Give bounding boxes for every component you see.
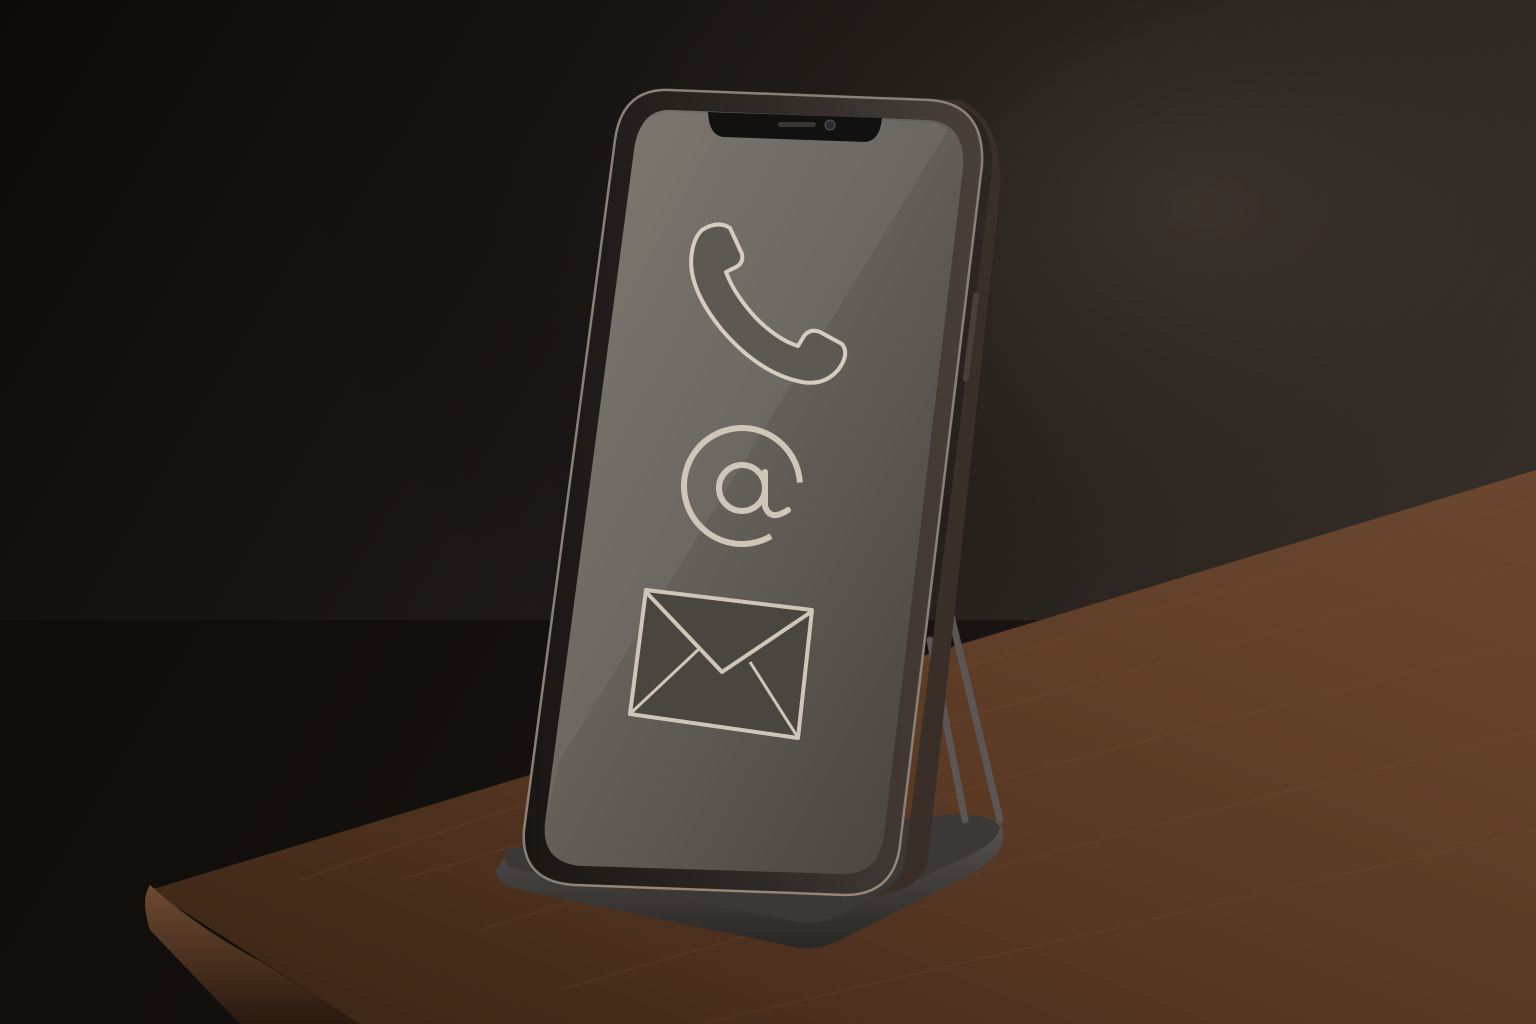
earpiece <box>778 122 816 127</box>
front-camera-icon <box>824 119 836 131</box>
scene <box>0 0 1536 1024</box>
envelope-icon <box>628 588 814 740</box>
